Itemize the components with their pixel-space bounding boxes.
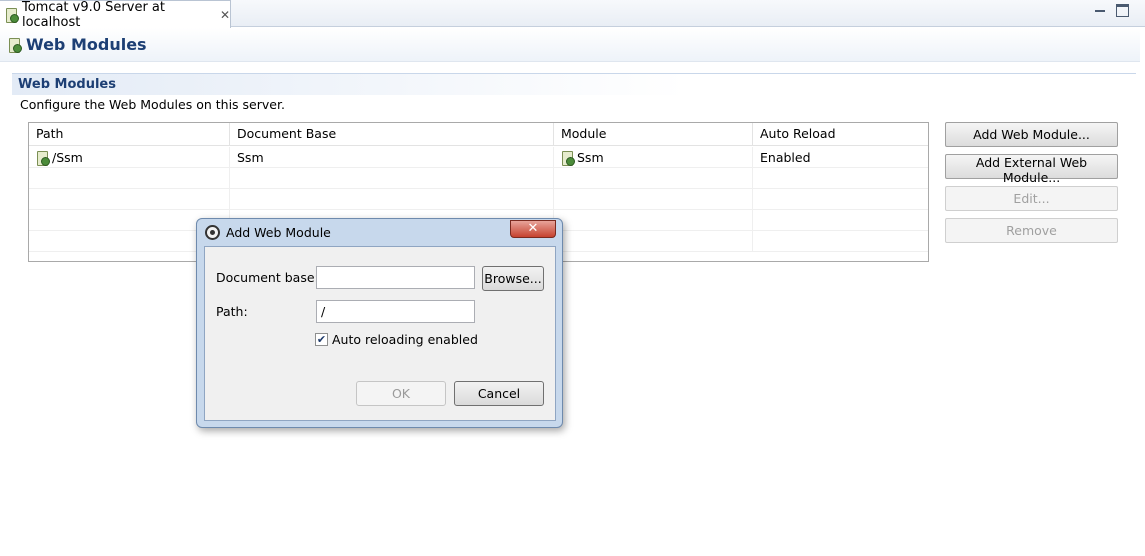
path-input[interactable] [316,300,475,323]
empty-cell [230,189,554,210]
auto-reload-checkbox[interactable]: ✔ [315,333,328,346]
path-label: Path: [216,304,248,319]
minimize-icon[interactable] [1094,4,1107,17]
editor-tab-bar: Tomcat v9.0 Server at localhost ✕ [0,0,1145,30]
auto-reload-label[interactable]: Auto reloading enabled [332,332,478,347]
ok-button[interactable]: OK [356,381,446,406]
empty-cell [753,189,928,210]
remove-button[interactable]: Remove [945,218,1118,243]
server-icon [8,37,22,53]
column-header-module[interactable]: Module [554,123,753,146]
empty-cell [554,189,753,210]
page-title: Web Modules [26,35,147,54]
cell-auto-reload: Enabled [760,149,811,165]
browse-button[interactable]: Browse... [482,266,544,291]
add-web-module-dialog: Add Web Module ✕ Document base: Browse..… [196,218,563,428]
table-header: Path Document Base Module Auto Reload [29,123,928,146]
editor-tab-server[interactable]: Tomcat v9.0 Server at localhost ✕ [0,0,231,30]
empty-cell [554,231,753,252]
dialog-titlebar[interactable]: Add Web Module [197,219,562,245]
add-external-web-module-button[interactable]: Add External Web Module... [945,154,1118,185]
empty-cell [29,189,230,210]
editor-tab-title: Tomcat v9.0 Server at localhost [21,0,165,30]
edit-button[interactable]: Edit... [945,186,1118,211]
section-header: Web Modules [12,73,1136,95]
table-row-empty [29,168,928,189]
add-web-module-button[interactable]: Add Web Module... [945,122,1118,147]
empty-cell [230,168,554,189]
cell-path: /Ssm [29,147,230,168]
dialog-title: Add Web Module [226,224,331,240]
section-title: Web Modules [18,77,116,92]
column-header-auto-reload[interactable]: Auto Reload [753,123,928,146]
empty-cell [753,168,928,189]
column-header-path[interactable]: Path [29,123,230,146]
document-base-input[interactable] [316,266,475,289]
empty-cell [554,168,753,189]
table-row-empty [29,189,928,210]
cancel-button[interactable]: Cancel [454,381,544,406]
web-module-icon [36,150,50,166]
dialog-close-button[interactable]: ✕ [510,220,556,238]
page-header: Web Modules [0,28,1140,62]
column-header-document-base[interactable]: Document Base [230,123,554,146]
document-base-label: Document base: [216,270,319,285]
cell-module: Ssm [554,147,753,168]
dialog-body: Document base: Browse... Path: ✔ Auto re… [204,246,556,421]
close-icon[interactable]: ✕ [220,8,230,22]
table-row[interactable]: /Ssm Ssm Ssm Enabled [29,147,928,168]
empty-cell [753,210,928,231]
eclipse-icon [205,224,220,240]
section-description: Configure the Web Modules on this server… [20,97,285,112]
empty-cell [29,168,230,189]
maximize-icon[interactable] [1116,4,1129,17]
cell-document-base: Ssm [230,147,554,168]
empty-cell [753,231,928,252]
cell-module-text: Ssm [577,149,604,165]
server-icon [5,7,19,23]
cell-path-text: /Ssm [52,149,83,165]
empty-cell [554,210,753,231]
web-module-icon [561,150,575,166]
